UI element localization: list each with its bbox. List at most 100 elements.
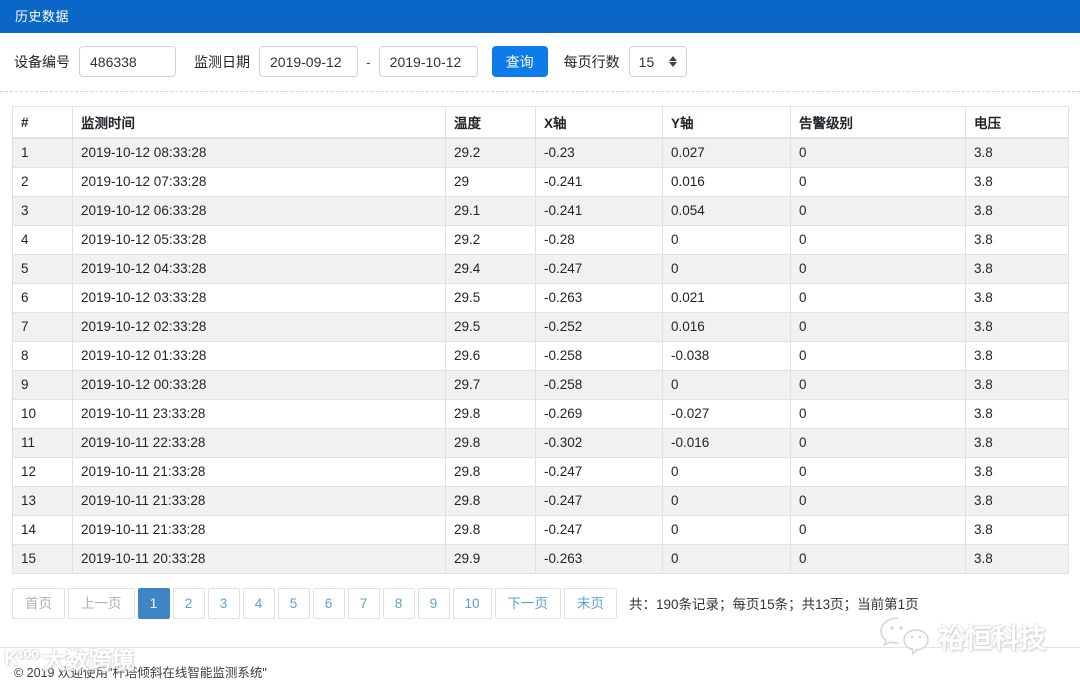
table-row: 14 2019-10-11 21:33:28 29.8 -0.247 0 0 3.8 — [12, 514, 1069, 545]
footer-divider — [0, 647, 1080, 648]
table-cell: 0.016 — [662, 311, 791, 342]
table-row: 7 2019-10-12 02:33:28 29.5 -0.252 0.016 0 3.8 — [12, 311, 1069, 342]
table-cell: 0 — [790, 282, 966, 313]
table-cell: -0.247 — [535, 485, 663, 516]
pagination-last-button[interactable]: 末页 — [564, 587, 618, 620]
table-cell: 9 — [12, 369, 73, 400]
table-cell: 12 — [12, 456, 73, 487]
column-header: X轴 — [535, 106, 663, 139]
table-cell: 0 — [790, 543, 966, 574]
pagination-page-button[interactable]: 1 — [137, 587, 170, 620]
pagination-page-button[interactable]: 9 — [417, 587, 450, 620]
rows-per-page-value: 15 — [638, 53, 655, 70]
column-header: 温度 — [445, 106, 536, 139]
table-row: 6 2019-10-12 03:33:28 29.5 -0.263 0.021 0 3.8 — [12, 282, 1069, 313]
table-cell: -0.247 — [535, 456, 663, 487]
table-cell: 3.8 — [965, 398, 1069, 429]
table-cell: 0 — [790, 166, 966, 197]
spinner-arrows-icon — [668, 56, 677, 67]
table-row: 12 2019-10-11 21:33:28 29.8 -0.247 0 0 3.8 — [12, 456, 1069, 487]
table-cell: 3 — [12, 195, 73, 226]
table-cell: 2019-10-11 22:33:28 — [72, 427, 446, 458]
yuheng-watermark-text: 裕恒科技 — [938, 623, 1046, 654]
table-cell: 0 — [662, 543, 791, 574]
table-cell: 0 — [662, 253, 791, 284]
date-to-input[interactable] — [378, 46, 478, 77]
table-cell: 29.8 — [445, 456, 536, 487]
table-cell: 29.5 — [445, 282, 536, 313]
pagination-page-button[interactable]: 8 — [382, 587, 415, 620]
column-header: 告警级别 — [790, 106, 966, 139]
table-cell: 0 — [662, 369, 791, 400]
table-cell: 3.8 — [965, 456, 1069, 487]
table-cell: 29.2 — [445, 137, 536, 168]
table-cell: 3.8 — [965, 253, 1069, 284]
table-cell: 2019-10-12 06:33:28 — [72, 195, 446, 226]
pagination-page-button[interactable]: 7 — [347, 587, 380, 620]
pagination-page-button[interactable]: 3 — [207, 587, 240, 620]
pagination-page-button[interactable]: 5 — [277, 587, 310, 620]
table-cell: 0 — [790, 398, 966, 429]
table-row: 11 2019-10-11 22:33:28 29.8 -0.302 -0.016 0 3.… — [12, 427, 1069, 458]
table-cell: 11 — [12, 427, 73, 458]
table-cell: 5 — [12, 253, 73, 284]
pagination-first-button[interactable]: 首页 — [12, 587, 65, 620]
table-cell: 3.8 — [965, 514, 1069, 545]
table-cell: 2019-10-11 20:33:28 — [72, 543, 446, 574]
table-cell: 0 — [790, 369, 966, 400]
table-row: 3 2019-10-12 06:33:28 29.1 -0.241 0.054 0 3.8 — [12, 195, 1069, 226]
date-from-input[interactable] — [259, 46, 358, 77]
table-cell: -0.263 — [535, 282, 663, 313]
pagination-next-button[interactable]: 下一页 — [494, 587, 562, 620]
table-cell: -0.258 — [535, 340, 663, 371]
yuheng-watermark: 裕恒科技 — [878, 614, 1046, 658]
table-cell: 2019-10-12 05:33:28 — [72, 224, 446, 255]
device-number-input[interactable] — [79, 46, 176, 77]
table-cell: 0.027 — [662, 137, 791, 168]
table-row: 9 2019-10-12 00:33:28 29.7 -0.258 0 0 3.8 — [12, 369, 1069, 400]
table-cell: 2 — [12, 166, 73, 197]
table-cell: 3.8 — [965, 137, 1069, 168]
table-cell: 0 — [790, 253, 966, 284]
query-button[interactable]: 查询 — [491, 46, 548, 77]
table-cell: 29.9 — [445, 543, 536, 574]
table-cell: 3.8 — [965, 485, 1069, 516]
table-cell: -0.027 — [662, 398, 791, 429]
table-cell: 29.8 — [445, 398, 536, 429]
table-cell: 2019-10-12 01:33:28 — [72, 340, 446, 371]
table-cell: 0 — [790, 311, 966, 342]
date-range-separator: - — [366, 53, 371, 70]
table-cell: 29 — [445, 166, 536, 197]
table-cell: 3.8 — [965, 340, 1069, 371]
table-cell: 0 — [790, 514, 966, 545]
table-cell: -0.247 — [535, 514, 663, 545]
table-cell: 3.8 — [965, 224, 1069, 255]
table-cell: -0.247 — [535, 253, 663, 284]
pagination-page-button[interactable]: 6 — [312, 587, 345, 620]
table-cell: 0 — [790, 485, 966, 516]
pagination-page-button[interactable]: 10 — [452, 587, 492, 620]
table-header-row: # 监测时间 温度 X轴 Y轴 告警级别 电压 — [12, 106, 1069, 139]
table-cell: -0.241 — [535, 166, 663, 197]
table-row: 15 2019-10-11 20:33:28 29.9 -0.263 0 0 3.8 — [12, 543, 1069, 574]
pagination-page-button[interactable]: 4 — [242, 587, 275, 620]
table-cell: 0.016 — [662, 166, 791, 197]
table-cell: 0 — [790, 195, 966, 226]
table-cell: 0 — [790, 224, 966, 255]
rows-per-page-label: 每页行数 — [563, 53, 620, 70]
column-header: # — [12, 106, 73, 139]
table-cell: 0.021 — [662, 282, 791, 313]
table-cell: 2019-10-12 02:33:28 — [72, 311, 446, 342]
pagination-prev-button[interactable]: 上一页 — [68, 587, 135, 620]
table-cell: 29.8 — [445, 514, 536, 545]
table-cell: 3.8 — [965, 427, 1069, 458]
table-cell: 0 — [790, 456, 966, 487]
table-cell: 0 — [662, 485, 791, 516]
device-number-label: 设备编号 — [14, 53, 70, 70]
table-cell: 6 — [12, 282, 73, 313]
table-cell: 8 — [12, 340, 73, 371]
rows-per-page-select[interactable]: 15 — [628, 46, 687, 77]
column-header: 电压 — [965, 106, 1069, 139]
table-cell: 29.4 — [445, 253, 536, 284]
pagination-page-button[interactable]: 2 — [172, 587, 205, 620]
